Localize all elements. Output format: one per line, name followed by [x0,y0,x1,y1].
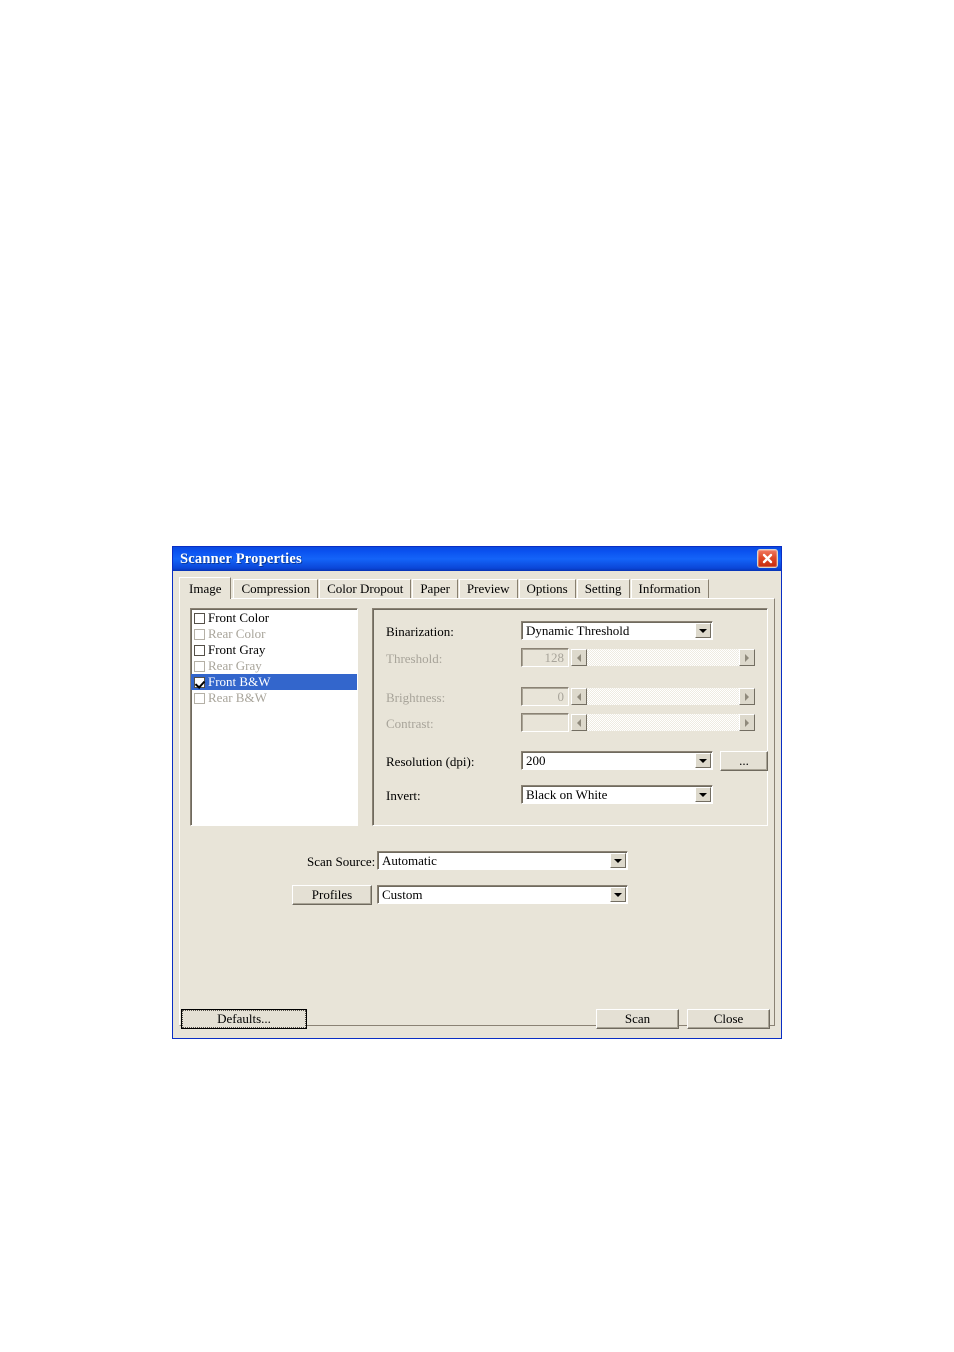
brightness-label: Brightness: [386,690,446,705]
invert-combobox[interactable]: Black on White [521,785,713,804]
tab-label: Image [189,581,222,596]
close-button-label: Close [713,1011,744,1026]
list-item-rear-bw[interactable]: Rear B&W [191,690,357,706]
scan-button-label: Scan [624,1011,651,1026]
list-item-front-gray[interactable]: Front Gray [191,642,357,658]
list-item-label: Front Color [208,610,270,625]
threshold-value-field: 128 [521,648,569,667]
tab-label: Options [526,581,568,596]
slider-left-arrow-icon[interactable] [571,649,587,666]
slider-track[interactable] [587,714,739,731]
list-item-front-color[interactable]: Front Color [191,610,357,626]
checkbox-icon[interactable] [194,692,205,704]
slider-right-arrow-icon[interactable] [739,688,755,705]
resolution-more-button[interactable]: ... [720,751,768,771]
checkbox-icon[interactable] [194,628,205,640]
scan-source-row: Scan Source: [307,852,375,872]
tab-preview[interactable]: Preview [458,579,518,598]
tab-label: Setting [584,581,622,596]
contrast-label: Contrast: [386,716,434,731]
checkbox-checked-icon[interactable] [194,676,205,688]
list-item-label: Rear B&W [208,690,267,705]
list-item-rear-color[interactable]: Rear Color [191,626,357,642]
tab-paper[interactable]: Paper [412,579,458,598]
image-tab-panel: Front Color Rear Color Front Gray Rear G… [179,598,775,1026]
scan-button[interactable]: Scan [596,1009,679,1029]
tab-setting[interactable]: Setting [576,579,630,598]
chevron-down-icon[interactable] [695,787,711,802]
brightness-value-field: 0 [521,687,569,706]
slider-right-arrow-icon[interactable] [739,649,755,666]
resolution-value: 200 [526,752,546,768]
tab-information[interactable]: Information [630,579,709,598]
invert-row: Invert: [386,786,421,806]
chevron-down-icon[interactable] [610,887,626,902]
list-item-label: Rear Gray [208,658,262,673]
scanner-properties-dialog: Scanner Properties Image Compression Col… [172,546,782,1039]
brightness-value: 0 [557,688,565,704]
resolution-label: Resolution (dpi): [386,754,475,769]
tab-label: Compression [241,581,311,596]
threshold-value: 128 [544,649,565,665]
binarization-combobox[interactable]: Dynamic Threshold [521,621,713,640]
threshold-label: Threshold: [386,651,443,666]
binarization-label: Binarization: [386,624,454,639]
chevron-down-icon[interactable] [695,623,711,638]
slider-track[interactable] [587,688,739,705]
image-selection-listbox[interactable]: Front Color Rear Color Front Gray Rear G… [190,608,358,826]
checkbox-icon[interactable] [194,660,205,672]
chevron-down-icon[interactable] [610,853,626,868]
close-window-button[interactable] [757,549,778,568]
resolution-more-label: ... [739,753,749,768]
contrast-value-field [521,713,569,732]
binarization-value: Dynamic Threshold [526,622,630,638]
defaults-button-label: Defaults... [217,1011,271,1026]
list-item-label: Front B&W [208,674,271,689]
list-item-label: Front Gray [208,642,266,657]
slider-left-arrow-icon[interactable] [571,714,587,731]
tab-label: Color Dropout [327,581,404,596]
tab-options[interactable]: Options [518,579,576,598]
brightness-row: Brightness: [386,688,445,708]
title-bar[interactable]: Scanner Properties [173,547,781,571]
contrast-slider[interactable] [571,714,755,731]
binarization-row: Binarization: [386,622,454,642]
list-item-front-bw[interactable]: Front B&W [191,674,357,690]
checkbox-icon[interactable] [194,644,205,656]
slider-left-arrow-icon[interactable] [571,688,587,705]
profiles-value: Custom [382,886,423,902]
list-item-label: Rear Color [208,626,266,641]
tab-image[interactable]: Image [179,577,232,599]
defaults-button[interactable]: Defaults... [181,1009,307,1029]
brightness-slider[interactable] [571,688,755,705]
checkbox-icon[interactable] [194,612,205,624]
invert-value: Black on White [526,786,608,802]
threshold-row: Threshold: [386,649,442,669]
threshold-slider[interactable] [571,649,755,666]
window-title: Scanner Properties [180,550,302,567]
close-icon [762,553,773,564]
tab-label: Paper [420,581,450,596]
tab-label: Information [638,581,701,596]
close-button[interactable]: Close [687,1009,770,1029]
scan-source-combobox[interactable]: Automatic [377,851,628,870]
slider-track[interactable] [587,649,739,666]
profiles-button-label: Profiles [311,887,353,902]
resolution-combobox[interactable]: 200 [521,751,713,770]
tab-compression[interactable]: Compression [233,579,319,598]
scan-source-label: Scan Source: [307,854,376,869]
tab-color-dropout[interactable]: Color Dropout [319,579,412,598]
list-item-rear-gray[interactable]: Rear Gray [191,658,357,674]
resolution-row: Resolution (dpi): [386,752,474,772]
tab-strip: Image Compression Color Dropout Paper Pr… [179,577,781,599]
scan-source-value: Automatic [382,852,437,868]
slider-right-arrow-icon[interactable] [739,714,755,731]
contrast-row: Contrast: [386,714,434,734]
image-settings-groupbox: Binarization: Dynamic Threshold Threshol… [372,608,768,826]
profiles-combobox[interactable]: Custom [377,885,628,904]
invert-label: Invert: [386,788,421,803]
tab-label: Preview [466,581,510,596]
profiles-button[interactable]: Profiles [292,885,372,905]
chevron-down-icon[interactable] [695,753,711,768]
